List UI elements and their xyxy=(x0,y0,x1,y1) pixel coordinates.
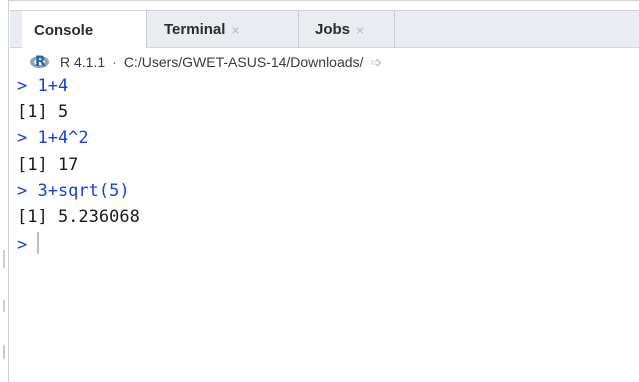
console-input-line: > 1+4 xyxy=(17,76,69,96)
gutter-mark xyxy=(3,300,5,312)
text-cursor xyxy=(37,232,40,254)
gutter-mark xyxy=(3,345,5,359)
tab-terminal-label: Terminal xyxy=(164,21,226,38)
left-pane-edge xyxy=(0,0,9,382)
tab-jobs-label: Jobs xyxy=(315,21,351,38)
separator-dot: · xyxy=(112,54,117,70)
console-path-bar: R R 4.1.1 · C:/Users/GWET-ASUS-14/Downlo… xyxy=(10,48,639,76)
tab-terminal[interactable]: Terminal × xyxy=(147,11,299,48)
tab-jobs[interactable]: Jobs × xyxy=(299,11,395,48)
tab-console[interactable]: Console xyxy=(22,11,147,49)
console-pane: Console Terminal × Jobs × R R 4.1.1 · C:… xyxy=(10,10,639,382)
working-directory-path: C:/Users/GWET-ASUS-14/Downloads/ xyxy=(123,54,364,70)
gutter-mark xyxy=(3,250,5,268)
tab-bar: Console Terminal × Jobs × xyxy=(10,10,639,49)
console-input-line: > 1+4^2 xyxy=(17,128,89,148)
console-prompt: > xyxy=(17,235,28,255)
console-output[interactable]: > 1+4 [1] 5 > 1+4^2 [1] 17 > 3+sqrt(5) [… xyxy=(10,76,639,382)
tab-console-label: Console xyxy=(34,21,94,39)
r-version-label: R 4.1.1 xyxy=(60,54,106,70)
r-logo-icon: R xyxy=(30,54,49,70)
close-icon[interactable]: × xyxy=(356,22,364,38)
console-prompt-line[interactable]: > xyxy=(17,232,40,257)
console-output-line: [1] 17 xyxy=(17,155,79,175)
close-icon[interactable]: × xyxy=(231,22,239,38)
go-to-directory-icon[interactable]: ➩ xyxy=(370,54,382,71)
console-input-line: > 3+sqrt(5) xyxy=(17,181,130,201)
console-output-line: [1] 5.236068 xyxy=(17,207,140,227)
console-output-line: [1] 5 xyxy=(17,102,69,122)
